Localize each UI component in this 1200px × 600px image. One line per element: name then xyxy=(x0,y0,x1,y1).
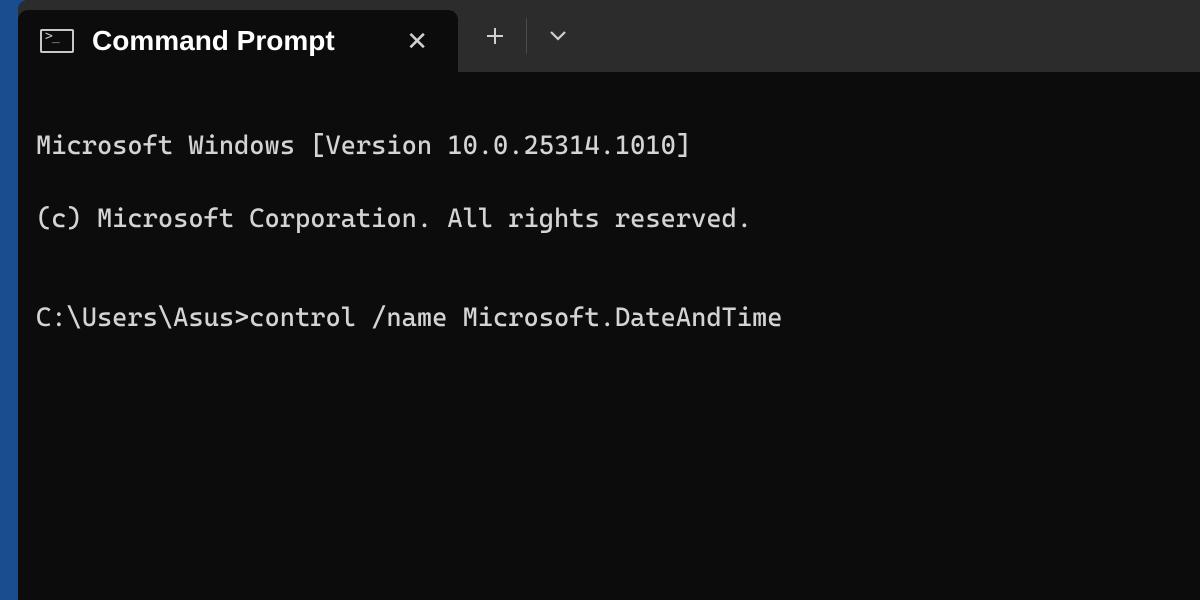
command-prompt-icon xyxy=(40,29,74,53)
titlebar: Command Prompt ✕ xyxy=(18,0,1200,72)
new-tab-button[interactable] xyxy=(466,0,524,72)
tab-command-prompt[interactable]: Command Prompt ✕ xyxy=(18,10,458,72)
close-tab-button[interactable]: ✕ xyxy=(396,20,438,63)
tab-title: Command Prompt xyxy=(92,25,366,57)
terminal-window: Command Prompt ✕ Microsoft Windows [Vers… xyxy=(18,0,1200,600)
entered-command: control /name Microsoft.DateAndTime xyxy=(249,303,782,333)
prompt-line: C:\Users\Asus>control /name Microsoft.Da… xyxy=(36,300,1182,336)
plus-icon xyxy=(485,26,505,46)
tab-dropdown-button[interactable] xyxy=(529,0,587,72)
version-line: Microsoft Windows [Version 10.0.25314.10… xyxy=(36,128,1182,164)
copyright-line: (c) Microsoft Corporation. All rights re… xyxy=(36,201,1182,237)
terminal-output[interactable]: Microsoft Windows [Version 10.0.25314.10… xyxy=(18,72,1200,600)
chevron-down-icon xyxy=(549,30,567,42)
titlebar-buttons xyxy=(466,0,587,72)
prompt-path: C:\Users\Asus> xyxy=(36,303,249,333)
titlebar-divider xyxy=(526,18,527,54)
